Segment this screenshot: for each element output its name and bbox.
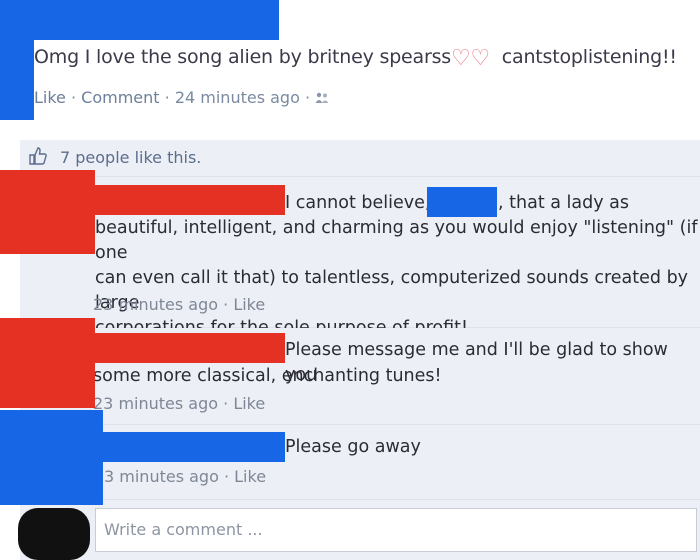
redaction-block bbox=[95, 185, 285, 215]
comment-timestamp[interactable]: 23 minutes ago bbox=[93, 295, 218, 314]
meta-separator: · bbox=[223, 467, 235, 486]
meta-separator: · bbox=[223, 295, 234, 314]
likes-count-text[interactable]: 7 people like this. bbox=[60, 148, 201, 167]
meta-separator: · bbox=[223, 394, 234, 413]
post-meta: Like · Comment · 24 minutes ago · bbox=[34, 88, 329, 107]
post-comment-link[interactable]: Comment bbox=[81, 88, 159, 107]
thumbs-up-icon bbox=[29, 147, 47, 165]
comment-like-link[interactable]: Like bbox=[233, 295, 265, 314]
comment-text: , that a lady as bbox=[498, 193, 629, 213]
comment-timestamp[interactable]: 3 minutes ago bbox=[104, 467, 219, 486]
post-text-main: Omg I love the song alien by britney spe… bbox=[34, 46, 452, 68]
post-timestamp[interactable]: 24 minutes ago bbox=[175, 88, 300, 107]
meta-separator: · bbox=[304, 88, 316, 107]
comment-like-link[interactable]: Like bbox=[233, 394, 265, 413]
write-comment-input[interactable]: Write a comment ... bbox=[95, 508, 697, 552]
redaction-block bbox=[95, 333, 285, 363]
avatar-redaction bbox=[18, 508, 90, 560]
post-text: Omg I love the song alien by britney spe… bbox=[34, 46, 694, 71]
redaction-block bbox=[427, 187, 497, 217]
post-like-link[interactable]: Like bbox=[34, 88, 66, 107]
friends-audience-icon[interactable] bbox=[315, 92, 329, 104]
redaction-block bbox=[33, 0, 279, 40]
meta-separator: · bbox=[164, 88, 175, 107]
redaction-block bbox=[0, 170, 95, 254]
redaction-block bbox=[103, 432, 285, 462]
comment-text: some more classical, enchanting tunes! bbox=[93, 366, 442, 386]
likes-bar: 7 people like this. bbox=[20, 140, 700, 177]
comment-text: Please go away bbox=[285, 437, 421, 457]
meta-separator: · bbox=[71, 88, 82, 107]
redaction-block bbox=[0, 410, 103, 505]
heart-icon: ♡ bbox=[470, 46, 491, 71]
comment-timestamp[interactable]: 23 minutes ago bbox=[93, 394, 218, 413]
redaction-block bbox=[0, 0, 34, 120]
write-comment-placeholder: Write a comment ... bbox=[104, 520, 263, 539]
heart-icon: ♡ bbox=[451, 46, 471, 71]
post-text-hashtag: cantstoplistening!! bbox=[501, 46, 677, 68]
redaction-block bbox=[0, 318, 95, 408]
comment-text: beautiful, intelligent, and charming as … bbox=[95, 218, 698, 263]
comment-like-link[interactable]: Like bbox=[234, 467, 266, 486]
comment-text: I cannot believe, bbox=[285, 193, 431, 213]
